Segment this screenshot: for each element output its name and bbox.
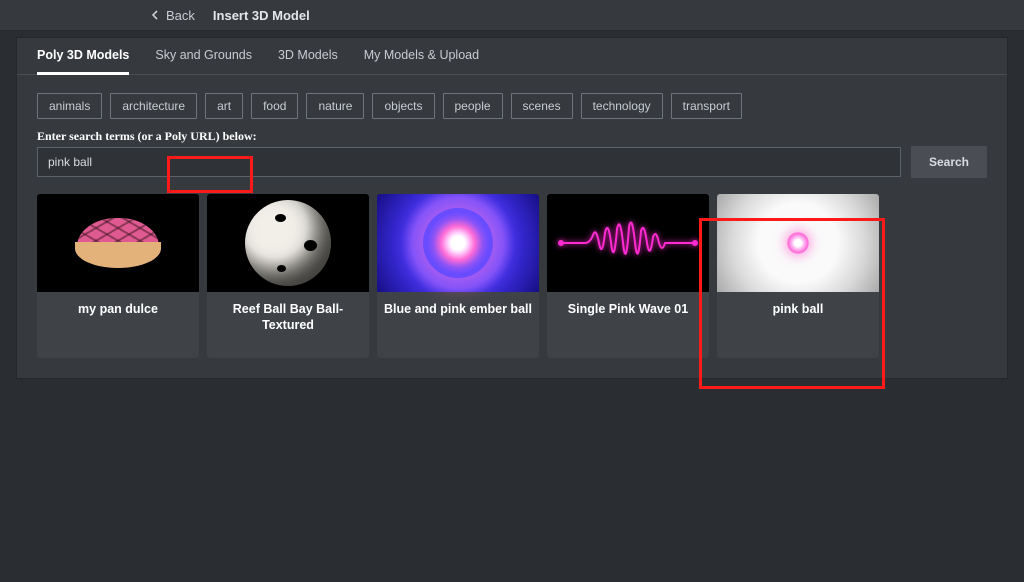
- result-title: pink ball: [717, 292, 879, 358]
- search-area: Enter search terms (or a Poly URL) below…: [17, 123, 1007, 194]
- search-label: Enter search terms (or a Poly URL) below…: [37, 129, 987, 144]
- page-title: Insert 3D Model: [213, 8, 310, 23]
- pink-wave-icon: [553, 213, 703, 273]
- result-card[interactable]: Single Pink Wave 01: [547, 194, 709, 358]
- result-thumbnail: [37, 194, 199, 292]
- category-food[interactable]: food: [251, 93, 298, 119]
- category-scenes[interactable]: scenes: [511, 93, 573, 119]
- category-objects[interactable]: objects: [372, 93, 434, 119]
- result-card[interactable]: my pan dulce: [37, 194, 199, 358]
- result-thumbnail: [207, 194, 369, 292]
- reef-ball-icon: [245, 200, 331, 286]
- result-title: my pan dulce: [37, 292, 199, 358]
- category-architecture[interactable]: architecture: [110, 93, 197, 119]
- result-thumbnail: [547, 194, 709, 292]
- search-button[interactable]: Search: [911, 146, 987, 178]
- tab-bar: Poly 3D Models Sky and Grounds 3D Models…: [17, 38, 1007, 75]
- pan-dulce-icon: [75, 218, 161, 268]
- back-button[interactable]: Back: [150, 8, 195, 23]
- tab-sky-and-grounds[interactable]: Sky and Grounds: [155, 48, 252, 74]
- results-grid: my pan dulce Reef Ball Bay Ball-Textured…: [17, 194, 1007, 378]
- header-bar: Back Insert 3D Model: [0, 0, 1024, 31]
- category-animals[interactable]: animals: [37, 93, 102, 119]
- category-technology[interactable]: technology: [581, 93, 663, 119]
- back-label: Back: [166, 8, 195, 23]
- result-title: Single Pink Wave 01: [547, 292, 709, 358]
- category-art[interactable]: art: [205, 93, 243, 119]
- chevron-left-icon: [150, 10, 160, 20]
- main-panel: Poly 3D Models Sky and Grounds 3D Models…: [16, 37, 1008, 379]
- result-thumbnail: [377, 194, 539, 292]
- result-title: Reef Ball Bay Ball-Textured: [207, 292, 369, 358]
- tab-poly-3d-models[interactable]: Poly 3D Models: [37, 48, 129, 75]
- result-card[interactable]: Reef Ball Bay Ball-Textured: [207, 194, 369, 358]
- pink-ball-icon: [787, 232, 809, 254]
- category-people[interactable]: people: [443, 93, 503, 119]
- tab-3d-models[interactable]: 3D Models: [278, 48, 338, 74]
- search-input[interactable]: [37, 147, 901, 177]
- result-title: Blue and pink ember ball: [377, 292, 539, 358]
- search-row: Search: [37, 146, 987, 178]
- result-card[interactable]: Blue and pink ember ball: [377, 194, 539, 358]
- ember-ball-icon: [423, 208, 493, 278]
- category-row: animals architecture art food nature obj…: [17, 75, 1007, 123]
- tab-my-models-upload[interactable]: My Models & Upload: [364, 48, 479, 74]
- category-transport[interactable]: transport: [671, 93, 742, 119]
- result-card[interactable]: pink ball: [717, 194, 879, 358]
- category-nature[interactable]: nature: [306, 93, 364, 119]
- result-thumbnail: [717, 194, 879, 292]
